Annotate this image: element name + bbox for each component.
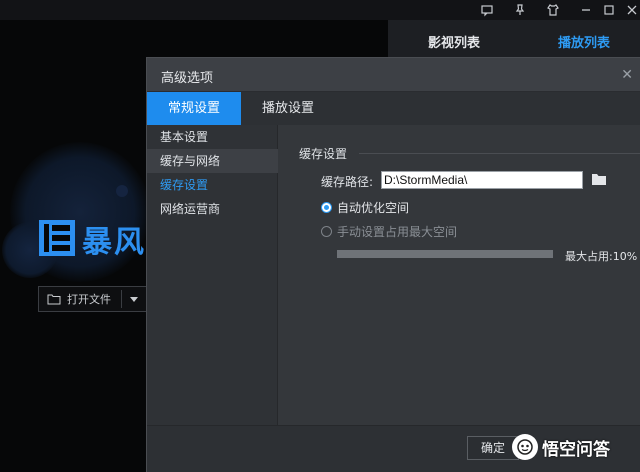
dialog-title: 高级选项 xyxy=(161,71,214,86)
skin-icon[interactable] xyxy=(545,2,561,18)
pin-icon[interactable] xyxy=(512,2,528,18)
sidebar-item-cache-settings[interactable]: 缓存设置 xyxy=(147,173,278,197)
divider xyxy=(121,290,122,308)
sidebar-item-basic[interactable]: 基本设置 xyxy=(147,125,278,149)
settings-content: 缓存设置 缓存路径: 自动优化空间 手动设置占用最大空间 最大占用:10% xyxy=(279,125,640,425)
close-icon[interactable]: ✕ xyxy=(621,67,633,83)
app-window: 暴风 打开文件 影视列表 播放列表 高级选项 ✕ 常规设置 播放设置 基本设置 … xyxy=(0,0,640,472)
radio-manual-max[interactable]: 手动设置占用最大空间 xyxy=(321,223,457,240)
dialog-tabs: 常规设置 播放设置 xyxy=(147,92,640,125)
tab-playback-settings[interactable]: 播放设置 xyxy=(241,92,335,125)
dialog-title-bar: 高级选项 ✕ xyxy=(147,58,640,92)
open-file-label: 打开文件 xyxy=(67,293,111,306)
close-icon[interactable] xyxy=(624,2,640,18)
storm-logo-icon xyxy=(39,220,75,256)
folder-icon xyxy=(47,294,61,305)
tab-play-list[interactable]: 播放列表 xyxy=(558,32,610,51)
divider xyxy=(359,153,640,154)
background-glow xyxy=(116,185,128,197)
logo-text: 暴风 xyxy=(82,225,146,260)
radio-button[interactable] xyxy=(321,226,332,237)
sidebar-item-cache-network[interactable]: 缓存与网络 xyxy=(147,149,278,173)
tab-general-settings[interactable]: 常规设置 xyxy=(147,92,241,125)
radio-button-checked[interactable] xyxy=(321,202,332,213)
max-usage-label: 最大占用:10% xyxy=(565,250,638,263)
max-usage-slider[interactable] xyxy=(337,250,553,258)
watermark-text: 悟空问答 xyxy=(542,439,610,460)
title-bar xyxy=(0,0,640,20)
maximize-icon[interactable] xyxy=(601,2,617,18)
section-title: 缓存设置 xyxy=(299,147,348,161)
chevron-down-icon[interactable] xyxy=(130,296,138,302)
advanced-options-dialog: 高级选项 ✕ 常规设置 播放设置 基本设置 缓存与网络 缓存设置 网络运营商 缓… xyxy=(146,57,640,472)
message-icon[interactable] xyxy=(479,2,495,18)
watermark: 悟空问答 xyxy=(512,432,610,462)
sidebar-item-isp[interactable]: 网络运营商 xyxy=(147,197,278,221)
settings-sidebar: 基本设置 缓存与网络 缓存设置 网络运营商 xyxy=(147,125,278,425)
cache-path-input[interactable] xyxy=(381,171,583,189)
cache-path-label: 缓存路径: xyxy=(321,175,374,189)
wukong-logo-icon xyxy=(512,434,538,460)
radio-auto-optimize[interactable]: 自动优化空间 xyxy=(321,199,409,216)
minimize-icon[interactable] xyxy=(578,2,594,18)
open-file-button[interactable]: 打开文件 xyxy=(38,286,158,312)
radio-auto-label: 自动优化空间 xyxy=(337,201,410,215)
radio-manual-label: 手动设置占用最大空间 xyxy=(337,225,458,239)
browse-folder-icon[interactable] xyxy=(591,172,607,186)
tab-video-list[interactable]: 影视列表 xyxy=(428,32,480,51)
